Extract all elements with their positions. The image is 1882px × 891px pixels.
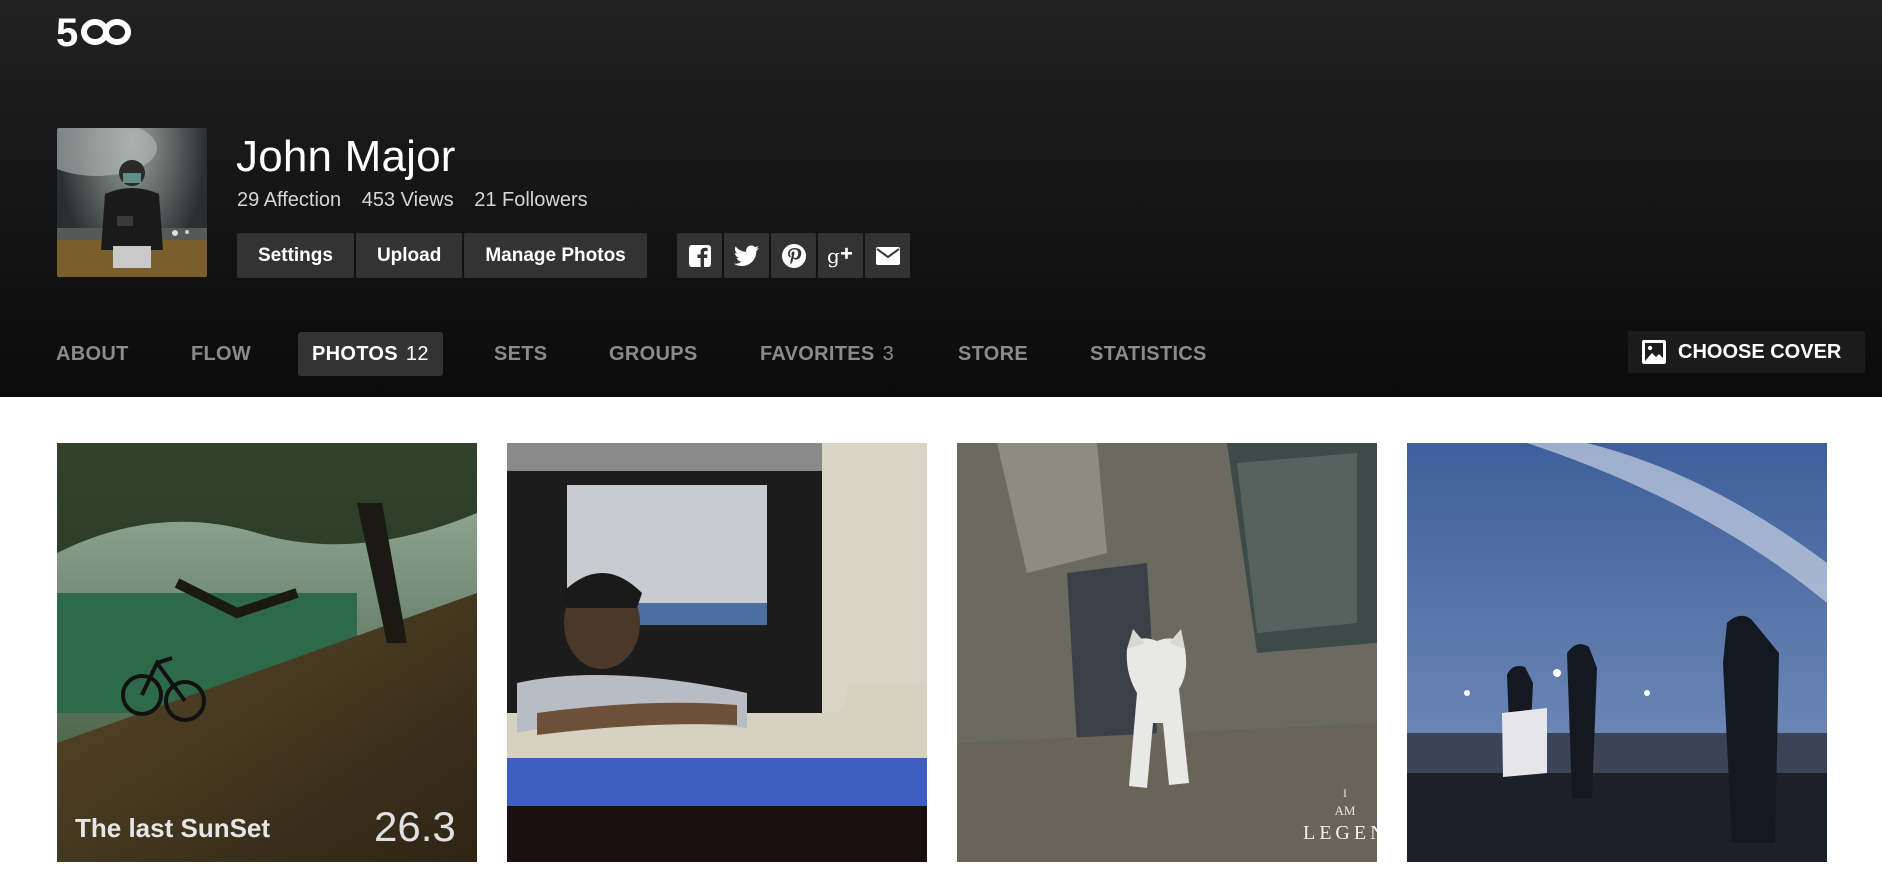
google-plus-icon[interactable]: g	[818, 233, 863, 278]
manage-photos-button[interactable]: Manage Photos	[464, 233, 647, 278]
profile-name: John Major	[236, 132, 456, 181]
pinterest-icon[interactable]	[771, 233, 816, 278]
settings-button[interactable]: Settings	[237, 233, 354, 278]
tab-favorites[interactable]: FAVORITES 3	[760, 332, 894, 376]
tab-groups-label: GROUPS	[609, 342, 698, 365]
followers-count[interactable]: 21 Followers	[474, 189, 587, 211]
affection-count: 29 Affection	[237, 189, 342, 211]
image-icon	[1642, 340, 1666, 364]
profile-actions: Settings Upload Manage Photos	[237, 233, 649, 278]
photo-date-overlay: 26.3	[374, 803, 456, 850]
twitter-icon[interactable]	[724, 233, 769, 278]
tab-sets[interactable]: SETS	[494, 332, 547, 376]
photo-thumbnail-2[interactable]	[507, 443, 927, 862]
profile-nav: ABOUT FLOW PHOTOS 12 SETS GROUPS FAVORIT…	[0, 332, 1882, 376]
svg-text:g: g	[827, 244, 840, 268]
watermark-line-3: LEGEN	[1303, 822, 1377, 844]
email-icon[interactable]	[865, 233, 910, 278]
share-buttons: g	[677, 233, 912, 278]
photo-thumbnail-1[interactable]: The last SunSet 26.3	[57, 443, 477, 862]
tab-sets-label: SETS	[494, 342, 548, 365]
500px-logo[interactable]: 5	[56, 8, 132, 52]
views-count: 453 Views	[361, 189, 454, 211]
tab-photos-label: PHOTOS	[312, 342, 398, 365]
photo-thumbnail-4[interactable]	[1407, 443, 1827, 862]
choose-cover-label: CHOOSE COVER	[1678, 340, 1842, 363]
watermark-line-1: I	[1343, 786, 1347, 800]
tab-store[interactable]: STORE	[958, 332, 1028, 376]
tab-about-label: ABOUT	[56, 342, 129, 365]
tab-statistics[interactable]: STATISTICS	[1090, 332, 1207, 376]
tab-flow[interactable]: FLOW	[191, 332, 251, 376]
favorites-count: 3	[882, 342, 895, 365]
tab-photos[interactable]: PHOTOS 12	[298, 332, 443, 376]
tab-statistics-label: STATISTICS	[1090, 342, 1207, 365]
tab-about[interactable]: ABOUT	[56, 332, 129, 376]
profile-header: 5 John Major 29 Affection 453 Views 21 F…	[0, 0, 1882, 397]
profile-stats: 29 Affection 453 Views 21 Followers	[237, 189, 603, 212]
upload-button[interactable]: Upload	[355, 233, 463, 278]
tab-flow-label: FLOW	[191, 342, 252, 365]
svg-text:5: 5	[56, 11, 78, 52]
tab-store-label: STORE	[958, 342, 1029, 365]
tab-favorites-label: FAVORITES	[760, 342, 875, 365]
tab-groups[interactable]: GROUPS	[609, 332, 697, 376]
photos-count: 12	[405, 342, 429, 365]
watermark-line-2: AM	[1335, 803, 1356, 818]
choose-cover-button[interactable]: CHOOSE COVER	[1628, 331, 1865, 373]
facebook-icon[interactable]	[677, 233, 722, 278]
user-avatar[interactable]	[57, 128, 207, 277]
photo-thumbnail-3[interactable]: I AM LEGEN	[957, 443, 1377, 862]
photo-title-overlay: The last SunSet	[75, 813, 270, 843]
